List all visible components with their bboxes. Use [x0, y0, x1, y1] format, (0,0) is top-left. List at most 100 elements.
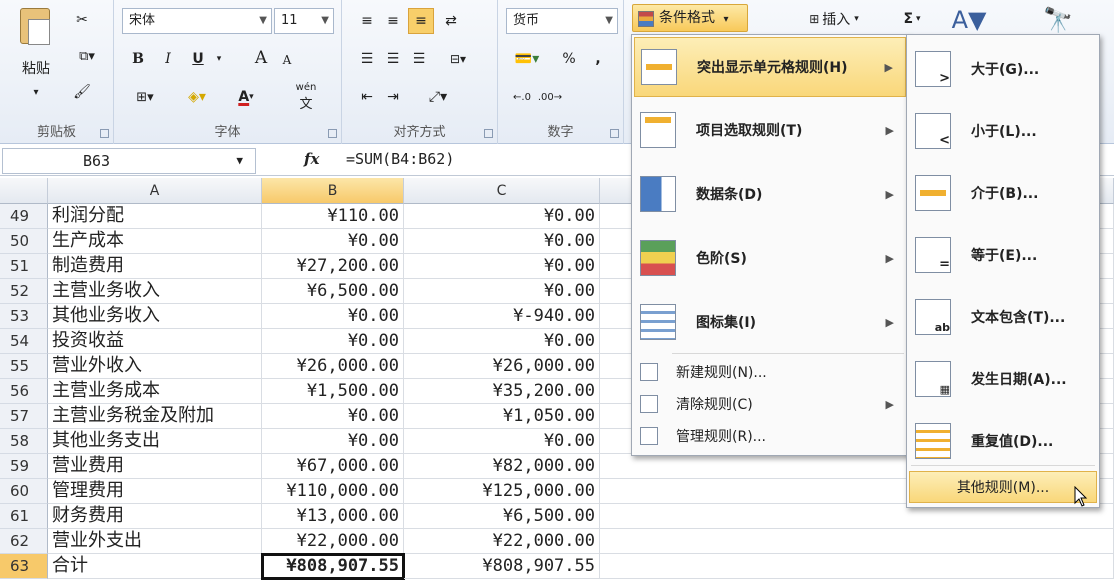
align-left-icon[interactable]: ☰ [356, 48, 378, 70]
cell-a[interactable]: 主营业务成本 [48, 379, 262, 404]
align-middle-icon[interactable]: ≡ [382, 10, 404, 32]
paste-icon[interactable] [20, 8, 50, 45]
menu-item-icon-sets[interactable]: 图标集(I) ▶ [634, 291, 906, 353]
cell-a[interactable]: 营业外收入 [48, 354, 262, 379]
row-header[interactable]: 49 [0, 204, 48, 229]
row-header[interactable]: 62 [0, 529, 48, 554]
cut-icon[interactable]: ✂ [70, 8, 94, 32]
cell-c[interactable]: ¥0.00 [404, 429, 600, 454]
row-header[interactable]: 56 [0, 379, 48, 404]
font-name-combo[interactable]: 宋体 ▼ [122, 8, 272, 34]
wrap-text-icon[interactable]: ⇄ [440, 10, 462, 32]
insert-function-icon[interactable]: fx [304, 150, 319, 168]
cell-c[interactable]: ¥0.00 [404, 204, 600, 229]
submenu-item-equal-to[interactable]: = 等于(E)... [909, 225, 1097, 285]
font-launcher-icon[interactable] [328, 129, 337, 138]
cell-c[interactable]: ¥0.00 [404, 254, 600, 279]
cell-a[interactable]: 生产成本 [48, 229, 262, 254]
decrease-decimal-icon[interactable]: .00→ [538, 86, 562, 108]
insert-button[interactable]: ⊞ 插入 ▾ [794, 8, 874, 30]
row-header[interactable]: 60 [0, 479, 48, 504]
cell-a[interactable]: 营业费用 [48, 454, 262, 479]
column-header-a[interactable]: A [48, 178, 262, 204]
cell-b[interactable]: ¥1,500.00 [262, 379, 404, 404]
cell-b[interactable]: ¥0.00 [262, 404, 404, 429]
shrink-font-button[interactable]: A [278, 50, 296, 70]
row-header[interactable]: 55 [0, 354, 48, 379]
cell-a[interactable]: 主营业务收入 [48, 279, 262, 304]
cell-c[interactable]: ¥82,000.00 [404, 454, 600, 479]
cell-b[interactable]: ¥110,000.00 [262, 479, 404, 504]
cell-c[interactable]: ¥26,000.00 [404, 354, 600, 379]
phonetic-button[interactable]: wén 文 [286, 82, 326, 112]
underline-button[interactable]: U [188, 48, 208, 70]
cell-a[interactable]: 财务费用 [48, 504, 262, 529]
cell-a[interactable]: 营业外支出 [48, 529, 262, 554]
cell-a[interactable]: 其他业务收入 [48, 304, 262, 329]
cell-c[interactable]: ¥0.00 [404, 329, 600, 354]
currency-icon[interactable]: 💳▾ [510, 48, 544, 70]
paste-button[interactable]: 粘贴 [14, 58, 58, 78]
cell-a[interactable]: 其他业务支出 [48, 429, 262, 454]
cell-c[interactable]: ¥125,000.00 [404, 479, 600, 504]
cell-c[interactable]: ¥-940.00 [404, 304, 600, 329]
cell-c[interactable]: ¥0.00 [404, 229, 600, 254]
cell-b[interactable]: ¥13,000.00 [262, 504, 404, 529]
merge-center-icon[interactable]: ⊟▾ [440, 48, 476, 70]
cell-b[interactable]: ¥0.00 [262, 429, 404, 454]
increase-decimal-icon[interactable]: ←.0 [510, 86, 534, 108]
bold-button[interactable]: B [128, 48, 148, 70]
cell-a[interactable]: 利润分配 [48, 204, 262, 229]
submenu-item-date-occurring[interactable]: ▦ 发生日期(A)... [909, 349, 1097, 409]
submenu-item-more-rules[interactable]: 其他规则(M)... [909, 471, 1097, 503]
percent-button[interactable]: % [558, 48, 580, 70]
conditional-format-button[interactable]: 条件格式 ▾ [632, 4, 748, 32]
font-size-combo[interactable]: 11 ▼ [274, 8, 334, 34]
row-header[interactable]: 54 [0, 329, 48, 354]
cell-c[interactable]: ¥808,907.55 [404, 554, 600, 579]
cell-b[interactable]: ¥6,500.00 [262, 279, 404, 304]
comma-button[interactable]: , [590, 48, 606, 70]
italic-button[interactable]: I [158, 48, 178, 70]
menu-item-clear-rules[interactable]: 清除规则(C) ▶ [634, 389, 906, 419]
select-all-corner[interactable] [0, 178, 48, 204]
cell-empty[interactable] [600, 529, 1114, 554]
row-header[interactable]: 59 [0, 454, 48, 479]
cell-c[interactable]: ¥0.00 [404, 279, 600, 304]
menu-item-top-bottom-rules[interactable]: 项目选取规则(T) ▶ [634, 99, 906, 161]
increase-indent-icon[interactable]: ⇥ [382, 86, 404, 108]
align-center-icon[interactable]: ☰ [382, 48, 404, 70]
row-header[interactable]: 53 [0, 304, 48, 329]
column-header-c[interactable]: C [404, 178, 600, 204]
align-top-icon[interactable]: ≡ [356, 10, 378, 32]
row-header[interactable]: 50 [0, 229, 48, 254]
cell-b[interactable]: ¥22,000.00 [262, 529, 404, 554]
name-box[interactable]: B63 ▼ [2, 148, 256, 174]
cell-b[interactable]: ¥67,000.00 [262, 454, 404, 479]
orientation-icon[interactable]: ⤢▾ [420, 86, 456, 108]
cell-b[interactable]: ¥27,200.00 [262, 254, 404, 279]
menu-item-highlight-rules[interactable]: 突出显示单元格规则(H) ▶ [634, 37, 906, 97]
cell-b[interactable]: ¥0.00 [262, 229, 404, 254]
cell-c[interactable]: ¥1,050.00 [404, 404, 600, 429]
menu-item-color-scales[interactable]: 色阶(S) ▶ [634, 227, 906, 289]
paste-dropdown-icon[interactable]: ▾ [26, 84, 46, 100]
row-header[interactable]: 57 [0, 404, 48, 429]
submenu-item-less-than[interactable]: < 小于(L)... [909, 101, 1097, 161]
cell-c[interactable]: ¥35,200.00 [404, 379, 600, 404]
align-right-icon[interactable]: ☰ [408, 48, 430, 70]
cell-b[interactable]: ¥26,000.00 [262, 354, 404, 379]
underline-dropdown-icon[interactable]: ▾ [212, 48, 226, 70]
row-header[interactable]: 58 [0, 429, 48, 454]
column-header-b[interactable]: B [262, 178, 404, 204]
align-bottom-icon[interactable]: ≡ [408, 8, 434, 34]
row-header[interactable]: 52 [0, 279, 48, 304]
cell-b[interactable]: ¥808,907.55 [261, 553, 405, 580]
row-header[interactable]: 63 [0, 554, 48, 579]
font-color-button[interactable]: A ▾ [226, 84, 266, 110]
cell-c[interactable]: ¥6,500.00 [404, 504, 600, 529]
decrease-indent-icon[interactable]: ⇤ [356, 86, 378, 108]
row-header[interactable]: 61 [0, 504, 48, 529]
cell-a[interactable]: 主营业务税金及附加 [48, 404, 262, 429]
alignment-launcher-icon[interactable] [484, 129, 493, 138]
